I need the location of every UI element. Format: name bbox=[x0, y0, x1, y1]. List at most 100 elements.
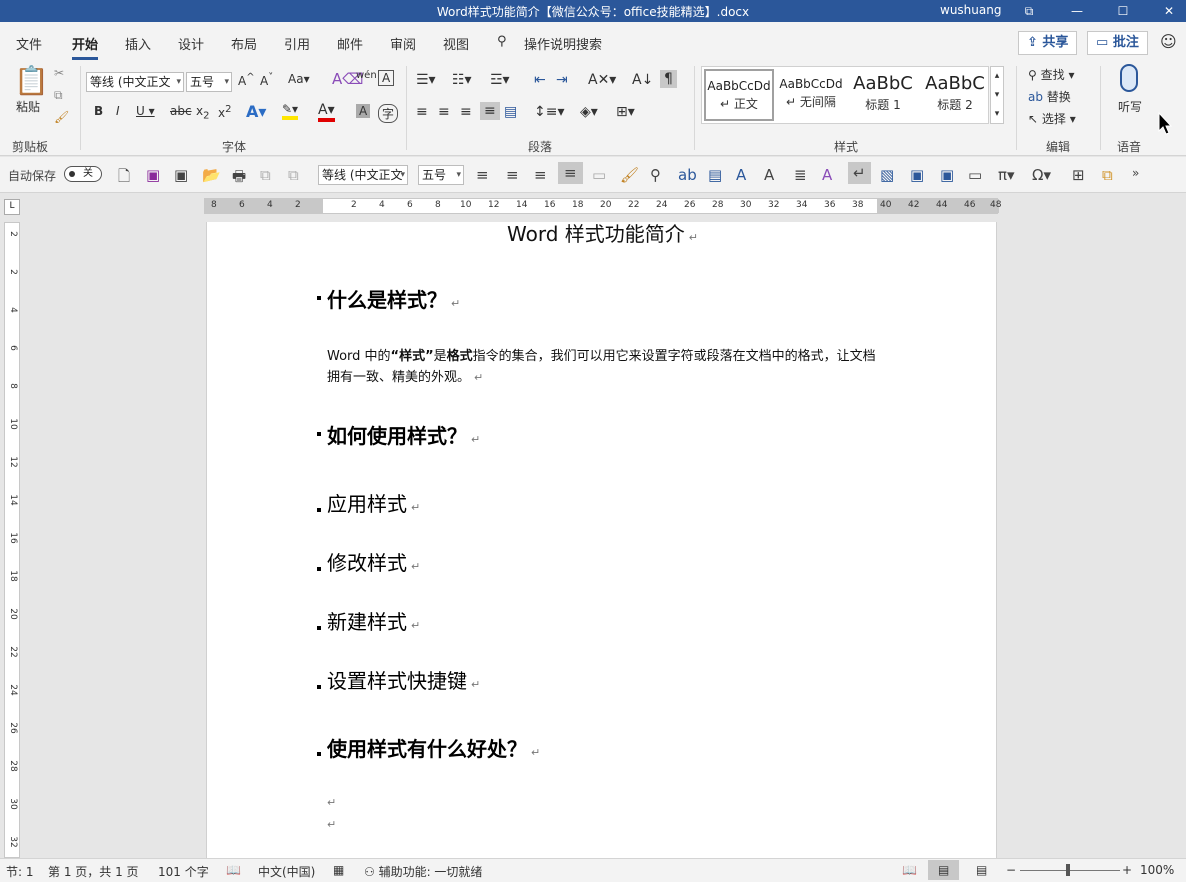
style-normal[interactable]: AaBbCcDd ↵ 正文 bbox=[704, 69, 774, 121]
highlight-icon[interactable]: ✎▾ bbox=[282, 102, 299, 120]
heading-style-shortcut[interactable]: 设置样式快捷键 ↵ bbox=[327, 665, 480, 694]
decrease-indent-icon[interactable]: ⇤ bbox=[534, 72, 546, 88]
qat-show-marks-icon[interactable]: ↵ bbox=[848, 162, 871, 184]
zoom-out-button[interactable]: − bbox=[1006, 863, 1016, 877]
empty-paragraph-mark[interactable]: ↵ bbox=[327, 796, 336, 809]
copy-icon[interactable]: ⧉ bbox=[54, 88, 63, 103]
bullets-icon[interactable]: ☰▾ bbox=[416, 72, 436, 88]
paste-button[interactable]: 粘贴 bbox=[16, 98, 40, 115]
horizontal-ruler[interactable]: 8 6 4 2 2 4 6 8 10 12 14 16 18 20 22 24 … bbox=[204, 198, 1001, 214]
zoom-slider[interactable] bbox=[1020, 870, 1120, 871]
styles-scroll[interactable]: ▴ ▾ ▾ bbox=[990, 66, 1004, 124]
qat-align-left-icon[interactable]: ≡ bbox=[476, 166, 489, 184]
paste-icon[interactable]: 📋 bbox=[14, 64, 49, 97]
tab-references[interactable]: 引用 bbox=[284, 34, 310, 53]
share-button[interactable]: ⇪ 共享 bbox=[1018, 31, 1078, 55]
justify-icon[interactable]: ≡ bbox=[480, 102, 500, 120]
ribbon-display-options-icon[interactable]: ⧉ bbox=[1012, 0, 1046, 22]
char-shading-icon[interactable]: A bbox=[356, 104, 371, 118]
cut-icon[interactable]: ✂ bbox=[54, 66, 64, 80]
qat-equation-icon[interactable]: π▾ bbox=[998, 166, 1015, 184]
style-heading-2[interactable]: AaBbC 标题 2 bbox=[920, 69, 990, 121]
close-button[interactable]: ✕ bbox=[1152, 0, 1186, 22]
word-count[interactable]: 101 个字 bbox=[158, 863, 209, 880]
tab-insert[interactable]: 插入 bbox=[125, 34, 151, 53]
heading-apply-style[interactable]: 应用样式 ↵ bbox=[327, 488, 420, 517]
document-page[interactable]: Word 样式功能简介 ↵ 什么是样式？ ↵ Word 中的“样式”是格式指令的集合… bbox=[206, 222, 997, 858]
font-name-combo[interactable]: 等线 (中文正文 ▾ bbox=[86, 72, 184, 92]
zoom-level[interactable]: 100% bbox=[1140, 863, 1174, 877]
qat-font-name-combo[interactable]: 等线 (中文正文 ▾ bbox=[318, 165, 408, 185]
align-right-icon[interactable]: ≡ bbox=[460, 104, 472, 120]
qat-textbox-icon[interactable]: ▣ bbox=[910, 166, 924, 184]
comments-button[interactable]: ▭ 批注 bbox=[1087, 31, 1148, 55]
tab-mailings[interactable]: 邮件 bbox=[337, 34, 363, 53]
shading-icon[interactable]: ◈▾ bbox=[580, 104, 598, 120]
superscript-button[interactable]: x2 bbox=[218, 104, 231, 120]
qat-more-icon[interactable]: » bbox=[1132, 166, 1139, 180]
track-icon[interactable]: ⧉ bbox=[288, 166, 299, 184]
tab-review[interactable]: 审阅 bbox=[390, 34, 416, 53]
qat-picture-icon[interactable]: ▧ bbox=[880, 166, 894, 184]
section-indicator[interactable]: 节: 1 bbox=[6, 863, 34, 880]
qat-font-size-combo[interactable]: 五号 ▾ bbox=[418, 165, 464, 185]
heading-modify-style[interactable]: 修改样式 ↵ bbox=[327, 547, 420, 576]
style-no-spacing[interactable]: AaBbCcDd ↵ 无间隔 bbox=[776, 69, 846, 121]
user-name[interactable]: wushuang bbox=[940, 3, 1001, 17]
select-button[interactable]: ↖ 选择 ▾ bbox=[1028, 110, 1076, 127]
dictate-button[interactable]: 听写 bbox=[1118, 98, 1142, 115]
search-icon[interactable]: ⚲ bbox=[497, 34, 507, 49]
page-indicator[interactable]: 第 1 页，共 1 页 bbox=[48, 863, 139, 880]
line-spacing-icon[interactable]: ↕≡▾ bbox=[534, 104, 565, 120]
text-effects-icon[interactable]: A▾ bbox=[246, 102, 266, 121]
chinese-layout-icon[interactable]: A✕▾ bbox=[588, 72, 616, 88]
tab-layout[interactable]: 布局 bbox=[231, 34, 257, 53]
macro-icon[interactable]: ▦ bbox=[333, 863, 344, 877]
bold-button[interactable]: B bbox=[94, 104, 103, 118]
language-indicator[interactable]: 中文(中国) bbox=[258, 863, 315, 880]
qat-clear-format-icon[interactable]: A bbox=[822, 166, 832, 184]
tab-stop-selector[interactable]: L bbox=[4, 199, 20, 215]
shrink-font-button[interactable]: A˅ bbox=[260, 72, 273, 88]
qat-format-painter-icon[interactable]: 🖌 bbox=[620, 166, 639, 184]
heading-new-style[interactable]: 新建样式 ↵ bbox=[327, 606, 420, 635]
heading-benefits[interactable]: 使用样式有什么好处？ ↵ bbox=[327, 733, 540, 762]
proofing-icon[interactable]: 📖 bbox=[226, 863, 241, 877]
open-icon[interactable]: 📂 bbox=[202, 166, 221, 184]
qat-page-icon[interactable]: ▭ bbox=[968, 166, 982, 184]
qat-navigation-icon[interactable]: ▤ bbox=[708, 166, 722, 184]
qat-distributed-icon[interactable]: ▭ bbox=[592, 166, 606, 184]
compare-icon[interactable]: ⧉ bbox=[260, 166, 271, 184]
autosave-toggle[interactable]: 关 bbox=[64, 166, 102, 182]
tell-me-search[interactable]: 操作说明搜索 bbox=[524, 34, 602, 53]
tab-design[interactable]: 设计 bbox=[178, 34, 204, 53]
show-marks-icon[interactable]: ¶ bbox=[660, 70, 677, 88]
underline-button[interactable]: U ▾ bbox=[136, 104, 155, 118]
qat-styles-icon[interactable]: A bbox=[736, 166, 746, 184]
web-layout-icon[interactable]: ▤ bbox=[976, 863, 987, 877]
body-paragraph[interactable]: Word 中的“样式”是格式指令的集合，我们可以用它来设置字符或段落在文档中的格… bbox=[327, 346, 887, 388]
increase-indent-icon[interactable]: ⇥ bbox=[556, 72, 568, 88]
numbering-icon[interactable]: ☷▾ bbox=[452, 72, 472, 88]
tab-view[interactable]: 视图 bbox=[443, 34, 469, 53]
enclose-char-icon[interactable]: 字 bbox=[378, 104, 399, 123]
qat-align-center-icon[interactable]: ≡ bbox=[506, 166, 519, 184]
qat-symbol-icon[interactable]: Ω▾ bbox=[1032, 166, 1051, 184]
char-border-icon[interactable]: A bbox=[378, 70, 395, 86]
print-layout-icon[interactable]: ▤ bbox=[928, 860, 960, 880]
qat-wrap-icon[interactable]: ≣ bbox=[794, 166, 807, 184]
align-center-icon[interactable]: ≡ bbox=[438, 104, 450, 120]
format-painter-icon[interactable]: 🖌 bbox=[54, 110, 69, 124]
sort-icon[interactable]: A↓ bbox=[632, 72, 653, 88]
read-mode-icon[interactable]: 📖 bbox=[902, 863, 917, 877]
empty-paragraph-mark[interactable]: ↵ bbox=[327, 818, 336, 831]
qat-table-icon[interactable]: ⊞ bbox=[1072, 166, 1085, 184]
new-document-icon[interactable]: 🗋 bbox=[118, 166, 130, 191]
style-heading-1[interactable]: AaBbC 标题 1 bbox=[848, 69, 918, 121]
accessibility-status[interactable]: ⚇ 辅助功能: 一切就绪 bbox=[364, 863, 482, 880]
change-case-button[interactable]: Aa▾ bbox=[288, 72, 310, 86]
tab-file[interactable]: 文件 bbox=[16, 34, 42, 53]
subscript-button[interactable]: x2 bbox=[196, 104, 209, 121]
zoom-slider-thumb[interactable] bbox=[1066, 864, 1070, 876]
microphone-icon[interactable] bbox=[1120, 64, 1138, 92]
